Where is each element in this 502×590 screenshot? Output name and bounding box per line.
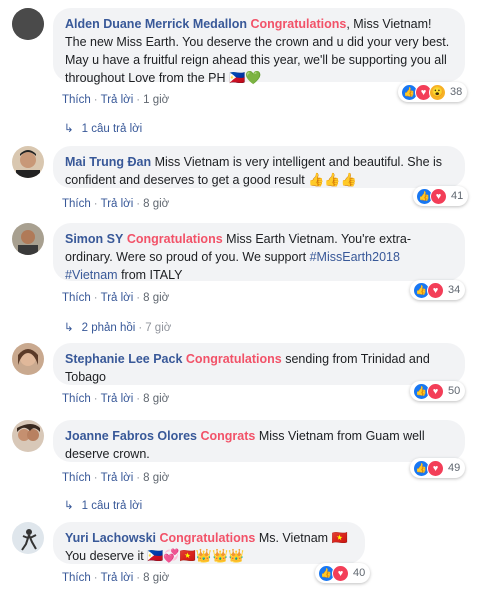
separator: · — [93, 292, 98, 304]
reaction-summary[interactable]: 👍 ♥ 50 — [410, 381, 466, 401]
comment-highlight: Congratulations — [185, 352, 282, 366]
like-link[interactable]: Thích — [62, 572, 91, 584]
like-link[interactable]: Thích — [62, 472, 91, 484]
comment-bubble: Mai Trung Đan Miss Vietnam is very intel… — [53, 146, 465, 188]
avatar[interactable] — [12, 146, 44, 178]
comment-emoji-2: 🇵🇭💞🇻🇳👑👑👑 — [147, 548, 245, 563]
separator: · — [136, 94, 141, 106]
love-icon: ♥ — [427, 382, 444, 400]
reaction-count: 38 — [450, 86, 463, 98]
comment-emoji: 🇻🇳 — [331, 530, 348, 545]
comment-text: Ms. Vietnam — [258, 531, 329, 545]
reply-count[interactable]: 1 câu trả lời — [82, 123, 143, 135]
like-link[interactable]: Thích — [62, 292, 91, 304]
like-link[interactable]: Thích — [62, 393, 91, 405]
comment-author[interactable]: Yuri Lachowski — [65, 531, 156, 545]
avatar[interactable] — [12, 8, 44, 40]
love-icon: ♥ — [427, 459, 444, 477]
comment-author[interactable]: Alden Duane Merrick Medallon — [65, 17, 247, 31]
comment-author[interactable]: Stephanie Lee Pack — [65, 352, 182, 366]
comment-bubble: Alden Duane Merrick Medallon Congratulat… — [53, 8, 465, 85]
reaction-summary[interactable]: 👍 ♥ 41 — [413, 186, 469, 206]
comment-actions: Thích · Trả lời · 8 giờ — [62, 572, 169, 584]
reaction-summary[interactable]: 👍 ♥ 40 — [315, 563, 371, 583]
reply-count[interactable]: 2 phản hồi — [82, 322, 136, 334]
reaction-count: 34 — [448, 284, 461, 296]
avatar[interactable] — [12, 420, 44, 452]
comment-time[interactable]: 8 giờ — [143, 198, 169, 210]
reply-link[interactable]: Trả lời — [101, 572, 134, 584]
reaction-summary[interactable]: 👍 ♥ 34 — [410, 280, 466, 300]
comment-bubble: Yuri Lachowski Congratulations Ms. Vietn… — [53, 522, 365, 564]
reaction-count: 40 — [353, 567, 366, 579]
reply-arrow-icon: ↳ — [64, 123, 74, 135]
comment-bubble: Simon SY Congratulations Miss Earth Viet… — [53, 223, 465, 282]
reply-count[interactable]: 1 câu trả lời — [82, 500, 143, 512]
view-replies[interactable]: ↳ 2 phản hồi · 7 giờ — [64, 320, 171, 334]
separator: · — [136, 393, 141, 405]
love-icon: ♥ — [332, 564, 349, 582]
separator: · — [93, 198, 98, 210]
comment-actions: Thích · Trả lời · 8 giờ — [62, 393, 169, 405]
comment-author[interactable]: Mai Trung Đan — [65, 155, 151, 169]
comment-bubble: Joanne Fabros Olores Congrats Miss Vietn… — [53, 420, 465, 462]
reply-arrow-icon: ↳ — [64, 500, 74, 512]
reply-arrow-icon: ↳ — [64, 322, 74, 334]
comment-highlight: Congratulations — [159, 531, 256, 545]
reply-link[interactable]: Trả lời — [101, 292, 134, 304]
avatar[interactable] — [12, 223, 44, 255]
comment-bubble: Stephanie Lee Pack Congratulations sendi… — [53, 343, 465, 385]
separator: · — [136, 198, 141, 210]
separator: · — [93, 393, 98, 405]
comment-emoji: 👍👍👍 — [308, 172, 357, 187]
separator: · — [93, 94, 98, 106]
separator: · — [136, 472, 141, 484]
comment-actions: Thích · Trả lời · 1 giờ — [62, 94, 169, 106]
reaction-summary[interactable]: 👍 ♥ 49 — [410, 458, 466, 478]
reply-time: 7 giờ — [145, 322, 172, 334]
comment-author[interactable]: Simon SY — [65, 232, 123, 246]
reply-link[interactable]: Trả lời — [101, 198, 134, 210]
comment-time[interactable]: 8 giờ — [143, 572, 169, 584]
comment-actions: Thích · Trả lời · 8 giờ — [62, 472, 169, 484]
view-replies[interactable]: ↳ 1 câu trả lời — [64, 121, 142, 135]
reaction-count: 41 — [451, 190, 464, 202]
reply-link[interactable]: Trả lời — [101, 393, 134, 405]
comment-actions: Thích · Trả lời · 8 giờ — [62, 198, 169, 210]
separator: · — [136, 572, 141, 584]
reply-link[interactable]: Trả lời — [101, 94, 134, 106]
comment-actions: Thích · Trả lời · 8 giờ — [62, 292, 169, 304]
comment-time[interactable]: 8 giờ — [143, 292, 169, 304]
avatar[interactable] — [12, 343, 44, 375]
love-icon: ♥ — [427, 281, 444, 299]
comment-highlight: Congratulations — [126, 232, 223, 246]
separator: · — [138, 322, 143, 334]
separator: · — [93, 572, 98, 584]
reaction-count: 50 — [448, 385, 461, 397]
love-icon: ♥ — [430, 187, 447, 205]
wow-icon: 😮 — [429, 83, 446, 101]
comment-text-2: You deserve it — [65, 549, 144, 563]
reply-link[interactable]: Trả lời — [101, 472, 134, 484]
comment-author[interactable]: Joanne Fabros Olores — [65, 429, 197, 443]
comment-time[interactable]: 8 giờ — [143, 393, 169, 405]
comment-highlight: Congrats — [200, 429, 256, 443]
comment-emoji: 🇵🇭💚 — [229, 70, 262, 85]
view-replies[interactable]: ↳ 1 câu trả lời — [64, 498, 142, 512]
comment-text-after: from ITALY — [121, 268, 183, 282]
reaction-summary[interactable]: 👍 ♥ 😮 38 — [398, 82, 468, 102]
separator: · — [136, 292, 141, 304]
comment-time[interactable]: 1 giờ — [143, 94, 169, 106]
like-link[interactable]: Thích — [62, 94, 91, 106]
avatar[interactable] — [12, 522, 44, 554]
comment-highlight: Congratulations — [250, 17, 347, 31]
comment-time[interactable]: 8 giờ — [143, 472, 169, 484]
like-link[interactable]: Thích — [62, 198, 91, 210]
reaction-count: 49 — [448, 462, 461, 474]
separator: · — [93, 472, 98, 484]
